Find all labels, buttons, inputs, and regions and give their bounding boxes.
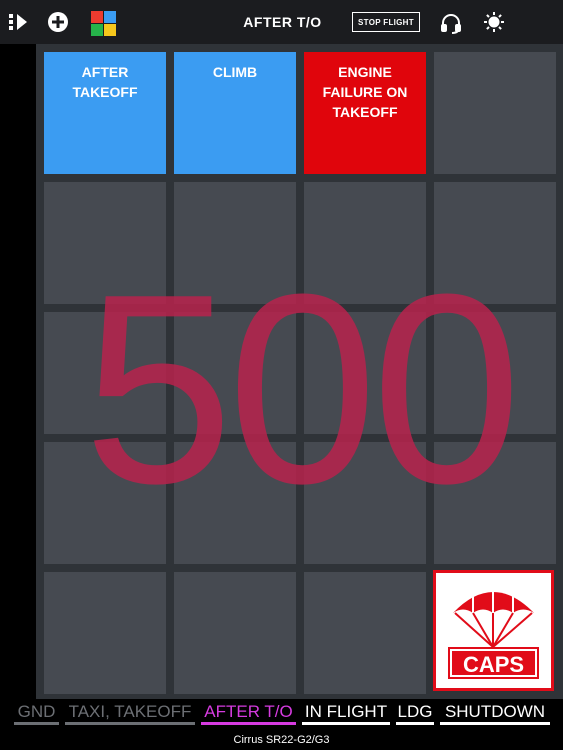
- top-bar: AFTER T/O STOP FLIGHT: [0, 0, 563, 44]
- tile-label: ENGINE FAILURE ON TAKEOFF: [322, 64, 408, 120]
- checklist-tile-climb[interactable]: CLIMB: [174, 52, 296, 174]
- aircraft-name: Cirrus SR22-G2/G3: [233, 734, 330, 746]
- stop-flight-button[interactable]: STOP FLIGHT: [352, 12, 420, 32]
- page-title: AFTER T/O: [243, 14, 322, 30]
- phase-label: SHUTDOWN: [444, 702, 546, 721]
- add-icon[interactable]: [47, 11, 69, 33]
- caps-label: CAPS: [463, 652, 524, 677]
- altitude-overlay: 500: [83, 239, 521, 540]
- phase-label: GND: [17, 702, 56, 721]
- phase-bar: GND TAXI, TAKEOFF AFTER T/O IN FLIGHT LD…: [0, 699, 563, 750]
- phase-in-flight[interactable]: IN FLIGHT: [302, 699, 390, 725]
- phase-label: TAXI, TAKEOFF: [68, 702, 192, 721]
- empty-slot: [44, 572, 166, 694]
- phase-ldg[interactable]: LDG: [396, 699, 434, 725]
- empty-slot: [304, 572, 426, 694]
- empty-slot: [174, 572, 296, 694]
- tile-label: AFTER TAKEOFF: [72, 64, 138, 100]
- phase-label: IN FLIGHT: [304, 702, 388, 721]
- caps-button[interactable]: CAPS: [433, 570, 554, 691]
- empty-slot: [434, 52, 556, 174]
- phase-shutdown[interactable]: SHUTDOWN: [440, 699, 550, 725]
- phase-label: AFTER T/O: [204, 702, 293, 721]
- headset-icon[interactable]: [440, 12, 462, 34]
- phase-label: LDG: [397, 702, 433, 721]
- parachute-icon: CAPS: [448, 581, 539, 679]
- checklist-tile-engine-failure[interactable]: ENGINE FAILURE ON TAKEOFF: [304, 52, 426, 174]
- tile-label: CLIMB: [212, 64, 258, 80]
- phase-gnd[interactable]: GND: [14, 699, 59, 725]
- checklist-tile-after-takeoff[interactable]: AFTER TAKEOFF: [44, 52, 166, 174]
- sidebar-toggle-icon[interactable]: [6, 10, 32, 34]
- side-strip: [0, 44, 36, 699]
- app-grid-icon[interactable]: [91, 11, 116, 36]
- brightness-icon[interactable]: [483, 11, 505, 33]
- phase-after-to[interactable]: AFTER T/O: [201, 699, 296, 725]
- phase-taxi-takeoff[interactable]: TAXI, TAKEOFF: [65, 699, 195, 725]
